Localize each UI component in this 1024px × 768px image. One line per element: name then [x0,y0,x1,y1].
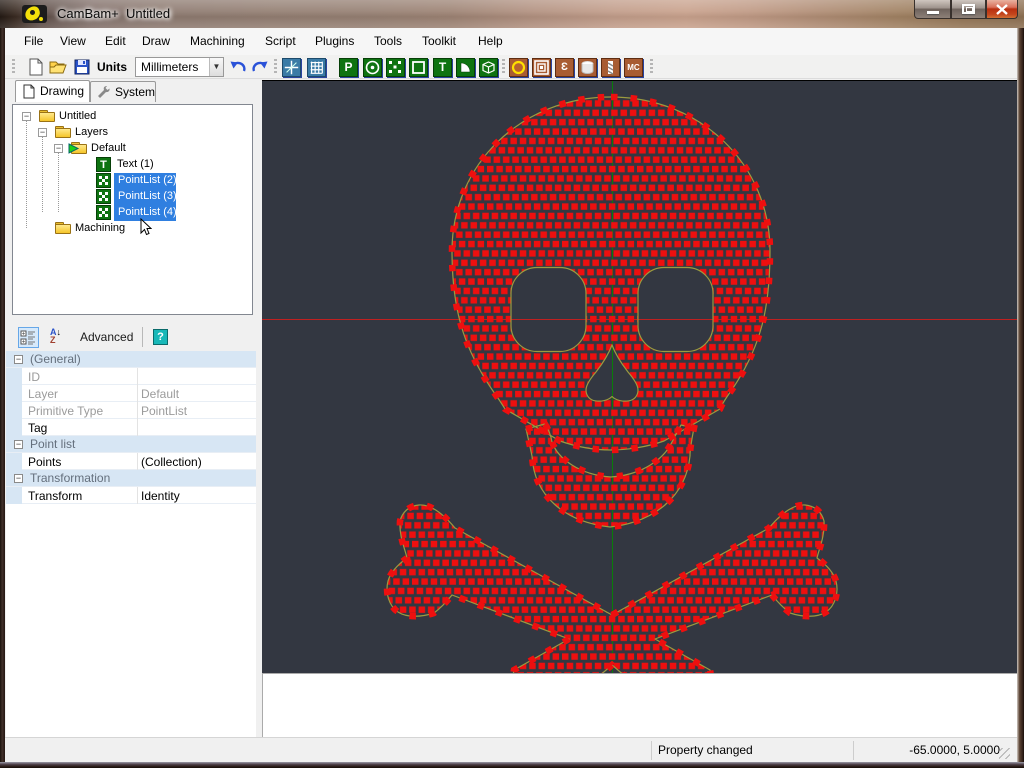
svg-text:+: + [22,332,26,338]
svg-text:+: + [22,340,26,346]
